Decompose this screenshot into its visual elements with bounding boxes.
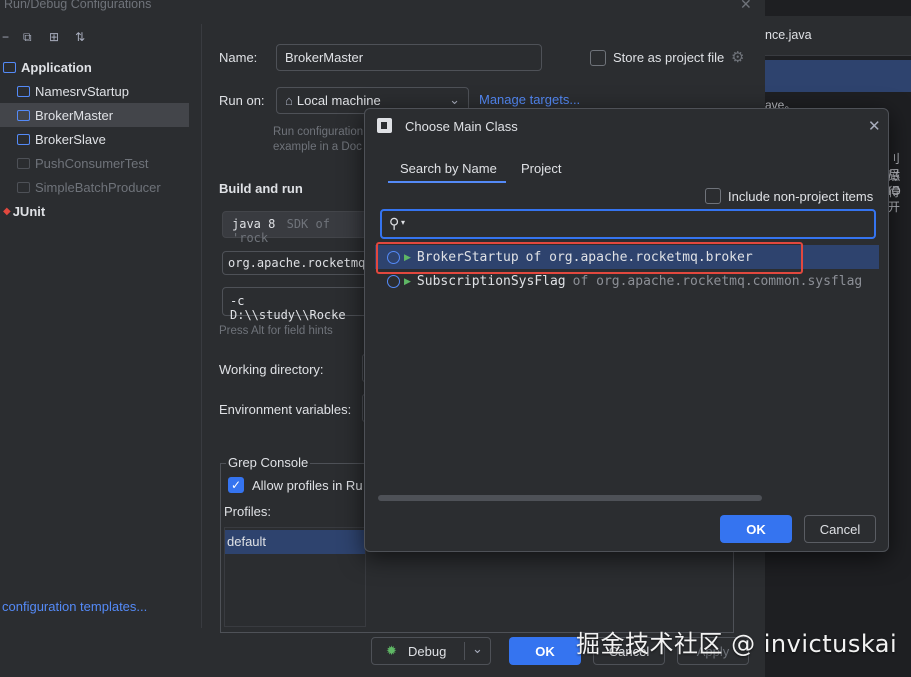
highlight-annotation-box bbox=[376, 242, 803, 274]
app-config-icon bbox=[17, 85, 30, 97]
program-args-field[interactable]: -c D:\\study\\Rocke bbox=[222, 287, 372, 322]
store-project-checkbox[interactable] bbox=[590, 50, 606, 66]
dialog-close-icon[interactable]: ✕ bbox=[740, 0, 752, 13]
allow-profiles-checkbox[interactable]: ✓ bbox=[228, 477, 244, 493]
minus-icon[interactable]: − bbox=[2, 30, 16, 44]
editor-selected-line bbox=[765, 60, 911, 92]
tree-item-brokermaster[interactable]: BrokerMaster bbox=[0, 103, 189, 127]
include-non-project-label: Include non-project items bbox=[728, 189, 874, 204]
app-config-icon bbox=[17, 157, 30, 169]
sort-icon[interactable]: ⇅ bbox=[75, 30, 89, 44]
gear-icon[interactable]: ⚙ bbox=[731, 48, 744, 66]
horizontal-scrollbar[interactable] bbox=[378, 495, 762, 501]
build-run-title: Build and run bbox=[219, 181, 303, 196]
choose-main-class-dialog: Choose Main Class ✕ Search by Name Proje… bbox=[364, 108, 889, 552]
popup-title: Choose Main Class bbox=[405, 119, 518, 134]
app-config-icon bbox=[17, 181, 30, 193]
search-icon: ⚲ bbox=[389, 215, 400, 231]
sdk-value: java 8 bbox=[232, 217, 276, 231]
tree-group-label: Application bbox=[21, 59, 92, 75]
manage-targets-link[interactable]: Manage targets... bbox=[479, 92, 580, 107]
tree-group-label: JUnit bbox=[12, 203, 46, 219]
tree-item-label: PushConsumerTest bbox=[35, 155, 149, 171]
bug-icon: ✹ bbox=[386, 643, 397, 658]
search-dropdown-icon: ▾ bbox=[401, 218, 406, 227]
profile-item[interactable]: default bbox=[225, 530, 365, 554]
runon-value: Local machine bbox=[296, 93, 381, 108]
tree-item-simplebatchproducer[interactable]: SimpleBatchProducer bbox=[0, 175, 189, 199]
name-field[interactable]: BrokerMaster bbox=[276, 44, 542, 71]
tab-project[interactable]: Project bbox=[521, 161, 561, 176]
edit-templates-link[interactable]: configuration templates... bbox=[2, 599, 147, 614]
intellij-icon bbox=[377, 118, 392, 133]
editor-tab[interactable]: nce.java bbox=[765, 28, 812, 42]
tree-item-label: NamesrvStartup bbox=[35, 83, 129, 99]
debug-button[interactable]: ✹ Debug ⌄ bbox=[371, 637, 491, 665]
class-package: of org.apache.rocketmq.common.sysflag bbox=[572, 273, 863, 289]
tree-group-application[interactable]: Application bbox=[0, 55, 189, 79]
field-hints: Press Alt for field hints bbox=[219, 325, 333, 337]
runon-label: Run on: bbox=[219, 93, 265, 108]
chevron-down-icon: ⌄ bbox=[449, 92, 460, 107]
chevron-down-icon[interactable]: ⌄ bbox=[472, 641, 483, 657]
debug-label: Debug bbox=[408, 644, 447, 659]
runon-hint: Run configuration bbox=[273, 126, 364, 138]
tree-item-label: SimpleBatchProducer bbox=[35, 179, 161, 195]
new-folder-icon[interactable]: ⊞ bbox=[49, 30, 63, 44]
grep-console-title: Grep Console bbox=[226, 455, 311, 470]
class-search-input[interactable]: ⚲ ▾ bbox=[380, 209, 876, 239]
name-label: Name: bbox=[219, 50, 258, 65]
tab-search-by-name[interactable]: Search by Name bbox=[400, 161, 497, 176]
ok-button[interactable]: OK bbox=[720, 515, 792, 543]
class-name: SubscriptionSysFlag bbox=[416, 273, 566, 289]
runnable-icon: ▶ bbox=[404, 275, 411, 286]
allow-profiles-label: Allow profiles in Ru bbox=[252, 478, 363, 493]
ok-button[interactable]: OK bbox=[509, 637, 581, 665]
include-non-project-checkbox[interactable] bbox=[705, 188, 721, 204]
home-icon: ⌂ bbox=[285, 93, 293, 108]
store-project-label: Store as project file bbox=[613, 50, 725, 65]
tree-item-brokerslave[interactable]: BrokerSlave bbox=[0, 127, 189, 151]
app-config-icon bbox=[17, 133, 30, 145]
active-tab-indicator bbox=[388, 181, 506, 183]
cancel-button[interactable]: Cancel bbox=[804, 515, 876, 543]
copy-icon[interactable]: ⧉ bbox=[23, 30, 37, 44]
separator bbox=[464, 642, 465, 660]
app-config-icon bbox=[17, 109, 30, 121]
class-icon bbox=[387, 274, 400, 288]
working-dir-label: Working directory: bbox=[219, 362, 324, 377]
junit-icon: ◆ bbox=[3, 205, 11, 217]
application-icon bbox=[3, 61, 16, 73]
tree-item-pushconsumertest[interactable]: PushConsumerTest bbox=[0, 151, 189, 175]
env-vars-label: Environment variables: bbox=[219, 402, 352, 417]
dialog-title: Run/Debug Configurations bbox=[4, 0, 152, 11]
close-icon[interactable]: ✕ bbox=[868, 117, 881, 135]
main-class-field[interactable]: org.apache.rocketmq. bbox=[222, 251, 373, 275]
tree-group-junit[interactable]: ◆ JUnit bbox=[0, 199, 189, 223]
profiles-label: Profiles: bbox=[224, 504, 271, 519]
tree-item-label: BrokerSlave bbox=[35, 131, 106, 147]
watermark-text: 掘金技术社区 @ invictuskai bbox=[576, 630, 898, 658]
tree-item-namesrvstartup[interactable]: NamesrvStartup bbox=[0, 79, 189, 103]
tree-item-label: BrokerMaster bbox=[35, 107, 114, 123]
runon-hint: example in a Doc bbox=[273, 141, 362, 153]
sdk-select[interactable]: java 8 SDK of 'rock bbox=[222, 211, 372, 245]
code-line: IO开 bbox=[888, 184, 901, 214]
